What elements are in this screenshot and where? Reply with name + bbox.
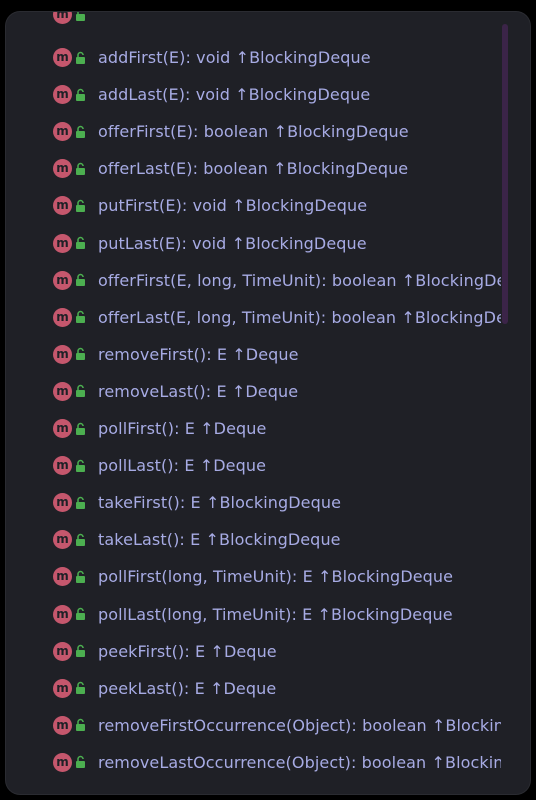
method-icon: m: [53, 196, 72, 216]
list-item[interactable]: m pollFirst(long, TimeUnit): E ↑BlockingD…: [6, 558, 501, 595]
list-item[interactable]: m offerLast(E, long, TimeUnit): boolean ↑…: [6, 299, 501, 336]
method-signature-label: removeFirstOccurrence(Object): boolean ↑…: [98, 715, 501, 735]
method-signature-label: addLast(E): void ↑BlockingDeque: [98, 85, 371, 105]
list-item[interactable]: m takeLast(): E ↑BlockingDeque: [6, 521, 501, 558]
list-item[interactable]: m peekLast(): E ↑Deque: [6, 670, 501, 707]
method-icon: m: [53, 604, 72, 624]
public-lock-icon: [76, 533, 85, 546]
method-signature-label: pollLast(): E ↑Deque: [98, 456, 267, 476]
public-lock-icon: [76, 348, 85, 361]
method-icon: m: [53, 122, 72, 142]
method-icon: m: [53, 493, 72, 513]
method-signature-label: removeFirst(): E ↑Deque: [98, 344, 299, 364]
public-lock-icon: [76, 273, 85, 287]
method-list: m m addFirst(E): void ↑BlockingDeque m addL…: [6, 12, 501, 794]
scrollbar-thumb[interactable]: [502, 24, 508, 324]
method-signature-label: offerLast(E, long, TimeUnit): boolean ↑B…: [98, 307, 501, 327]
method-signature-label: takeLast(): E ↑BlockingDeque: [98, 530, 341, 550]
method-icon: m: [53, 752, 72, 772]
method-icon: m: [53, 530, 72, 550]
method-icon: m: [53, 381, 72, 401]
list-item[interactable]: m removeLast(): E ↑Deque: [6, 373, 501, 410]
public-lock-icon: [76, 125, 85, 138]
list-item-cut[interactable]: m: [6, 12, 501, 33]
method-icon: m: [53, 233, 72, 253]
public-lock-icon: [76, 681, 85, 695]
structure-popup: m m addFirst(E): void ↑BlockingDeque m addL…: [6, 12, 530, 794]
method-signature-label: removeLastOccurrence(Object): boolean ↑B…: [98, 752, 501, 772]
list-item[interactable]: m removeFirst(): E ↑Deque: [6, 336, 501, 373]
scrollbar[interactable]: [502, 24, 508, 784]
public-lock-icon: [76, 496, 85, 509]
public-lock-icon: [76, 199, 85, 212]
list-item[interactable]: m peekFirst(): E ↑Deque: [6, 633, 501, 670]
list-item[interactable]: m offerLast(E): boolean ↑BlockingDeque: [6, 150, 501, 187]
method-signature-label: peekFirst(): E ↑Deque: [98, 641, 277, 661]
method-signature-label: pollFirst(): E ↑Deque: [98, 419, 267, 438]
list-item[interactable]: m takeFirst(): E ↑BlockingDeque: [6, 484, 501, 521]
method-signature-label: pollFirst(long, TimeUnit): E ↑BlockingDe…: [98, 567, 454, 587]
list-item[interactable]: m putFirst(E): void ↑BlockingDeque: [6, 187, 501, 224]
method-icon: m: [53, 419, 72, 438]
method-signature-label: putLast(E): void ↑BlockingDeque: [98, 233, 367, 253]
list-item[interactable]: m pollLast(long, TimeUnit): E ↑BlockingDe…: [6, 596, 501, 633]
method-icon: m: [53, 641, 72, 661]
method-signature-label: removeLast(): E ↑Deque: [98, 381, 299, 401]
method-signature-label: addFirst(E): void ↑BlockingDeque: [98, 48, 371, 67]
method-icon: m: [53, 85, 72, 105]
list-item[interactable]: m addLast(E): void ↑BlockingDeque: [6, 76, 501, 113]
public-lock-icon: [76, 51, 85, 64]
public-lock-icon: [76, 719, 85, 732]
method-icon: m: [53, 344, 72, 364]
method-icon: m: [53, 12, 72, 24]
public-lock-icon: [76, 756, 85, 769]
method-signature-label: offerFirst(E): boolean ↑BlockingDeque: [98, 122, 409, 142]
public-lock-icon: [76, 88, 85, 101]
method-icon: m: [53, 307, 72, 327]
method-signature-label: pollLast(long, TimeUnit): E ↑BlockingDeq…: [98, 604, 453, 624]
method-signature-label: peekLast(): E ↑Deque: [98, 678, 277, 698]
method-signature-label: takeFirst(): E ↑BlockingDeque: [98, 493, 342, 513]
public-lock-icon: [76, 12, 85, 21]
list-item[interactable]: m offerFirst(E, long, TimeUnit): boolean …: [6, 262, 501, 299]
public-lock-icon: [76, 310, 85, 324]
list-item[interactable]: m removeFirstOccurrence(Object): boolean …: [6, 707, 501, 744]
public-lock-icon: [76, 385, 85, 398]
public-lock-icon: [76, 162, 85, 175]
public-lock-icon: [76, 607, 85, 620]
method-signature-label: putFirst(E): void ↑BlockingDeque: [98, 196, 368, 216]
method-signature-label: offerFirst(E, long, TimeUnit): boolean ↑…: [98, 270, 501, 290]
list-item[interactable]: m pollLast(): E ↑Deque: [6, 447, 501, 484]
method-icon: m: [53, 456, 72, 476]
method-icon: m: [53, 567, 72, 587]
list-item[interactable]: m offerFirst(E): boolean ↑BlockingDeque: [6, 113, 501, 150]
public-lock-icon: [76, 644, 85, 658]
public-lock-icon: [76, 236, 85, 249]
method-icon: m: [53, 270, 72, 290]
list-item[interactable]: m putLast(E): void ↑BlockingDeque: [6, 225, 501, 262]
public-lock-icon: [76, 570, 85, 583]
list-item[interactable]: m pollFirst(): E ↑Deque: [6, 410, 501, 447]
method-icon: m: [53, 715, 72, 735]
list-item[interactable]: m addFirst(E): void ↑BlockingDeque: [6, 39, 501, 76]
method-icon: m: [53, 48, 72, 67]
method-icon: m: [53, 159, 72, 179]
method-signature-label: offerLast(E): boolean ↑BlockingDeque: [98, 159, 409, 179]
method-icon: m: [53, 678, 72, 698]
list-item[interactable]: m removeLastOccurrence(Object): boolean ↑…: [6, 744, 501, 781]
public-lock-icon: [76, 459, 85, 472]
public-lock-icon: [76, 422, 85, 435]
